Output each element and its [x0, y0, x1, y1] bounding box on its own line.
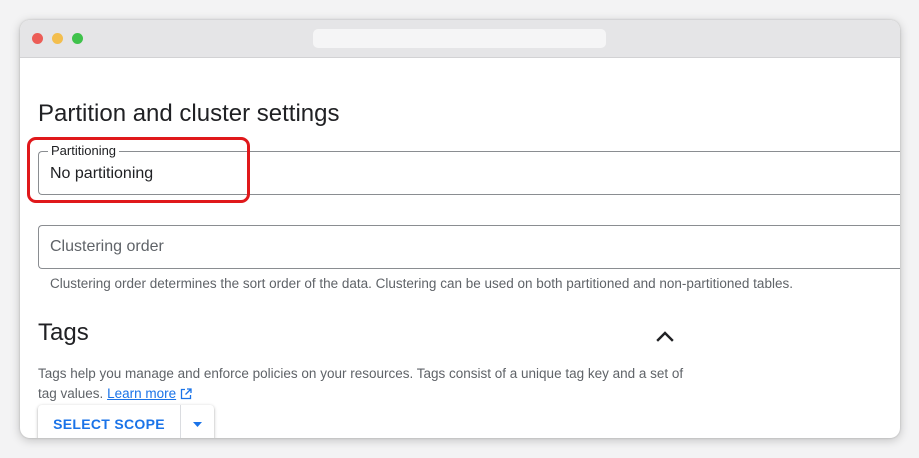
learn-more-label: Learn more: [107, 386, 177, 401]
page-content: Partition and cluster settings Partition…: [20, 58, 900, 438]
browser-window: Partition and cluster settings Partition…: [20, 20, 900, 438]
select-scope-label: SELECT SCOPE: [53, 416, 165, 432]
clustering-order-placeholder: Clustering order: [50, 238, 164, 255]
maximize-window-button[interactable]: [72, 33, 83, 44]
select-scope-button[interactable]: SELECT SCOPE: [38, 405, 180, 438]
address-bar[interactable]: [313, 29, 606, 48]
partition-section-title: Partition and cluster settings: [38, 100, 340, 127]
title-bar: [20, 20, 900, 58]
external-link-icon: [180, 388, 192, 400]
highlight-box: [27, 137, 250, 203]
select-scope-split-button: SELECT SCOPE: [38, 405, 214, 438]
tags-description: Tags help you manage and enforce policie…: [38, 364, 698, 404]
caret-down-icon: [193, 422, 202, 427]
clustering-hint-text: Clustering order determines the sort ord…: [50, 276, 793, 291]
select-scope-dropdown-button[interactable]: [181, 405, 214, 438]
learn-more-link[interactable]: Learn more: [107, 386, 192, 401]
collapse-tags-button[interactable]: [652, 326, 678, 346]
minimize-window-button[interactable]: [52, 33, 63, 44]
clustering-order-input[interactable]: Clustering order: [38, 225, 900, 269]
tags-section-title: Tags: [38, 319, 89, 346]
close-window-button[interactable]: [32, 33, 43, 44]
chevron-up-icon: [656, 331, 674, 342]
